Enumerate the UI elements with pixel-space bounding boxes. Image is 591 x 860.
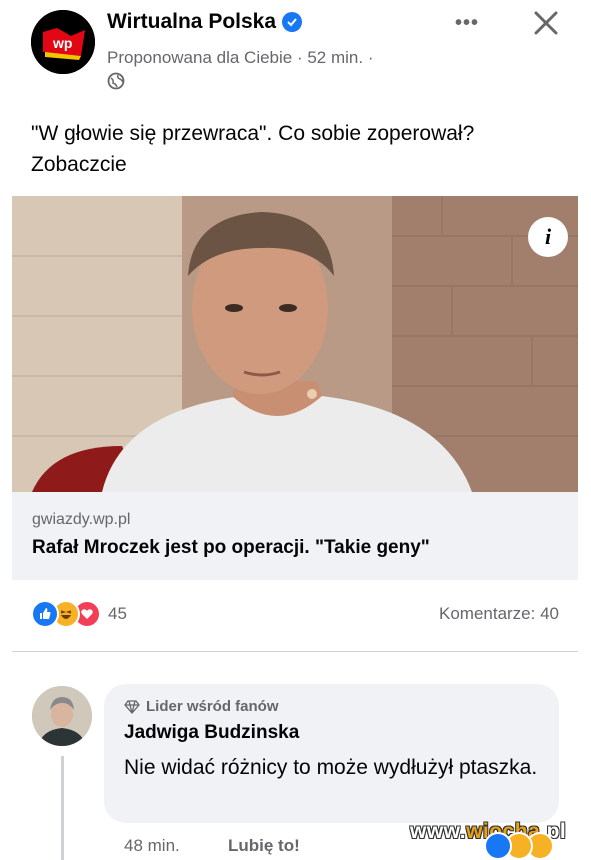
thread-line <box>61 756 64 860</box>
like-icon <box>31 600 59 628</box>
post-text: "W głowie się przewraca". Co sobie zoper… <box>31 122 475 176</box>
close-icon[interactable] <box>533 10 559 36</box>
comment-author[interactable]: Jadwiga Budzinska <box>124 722 299 744</box>
commenter-avatar[interactable] <box>32 686 92 746</box>
page-name-label[interactable]: Wirtualna Polska <box>107 10 276 34</box>
page-name[interactable]: Wirtualna Polska <box>107 10 303 34</box>
page-avatar[interactable]: wp <box>31 10 95 74</box>
wp-logo-icon: wp <box>31 10 95 74</box>
like-button[interactable]: Lubię to! <box>228 836 300 856</box>
comments-count[interactable]: Komentarze: 40 <box>439 604 559 624</box>
man-portrait-image <box>12 196 578 492</box>
comment-bubble: Lider wśród fanów Jadwiga Budzinska Nie … <box>104 684 559 823</box>
svg-text:wp: wp <box>52 35 72 51</box>
link-preview-card[interactable]: i gwiazdy.wp.pl Rafał Mroczek jest po op… <box>12 196 578 580</box>
post-meta: Proponowana dla Ciebie · 52 min. · <box>107 48 374 67</box>
diamond-icon <box>124 699 140 714</box>
divider <box>12 651 578 652</box>
link-preview-image[interactable]: i <box>12 196 578 492</box>
top-fan-label: Lider wśród fanów <box>146 698 279 715</box>
post-stats: 45 Komentarze: 40 <box>0 596 591 632</box>
comment: Lider wśród fanów Jadwiga Budzinska Nie … <box>0 680 591 860</box>
comment-time[interactable]: 48 min. <box>124 836 180 856</box>
link-domain: gwiazdy.wp.pl <box>32 511 131 528</box>
reactions-summary[interactable]: 45 <box>31 600 127 628</box>
top-fan-badge: Lider wśród fanów <box>124 698 279 715</box>
comment-text: Nie widać różnicy to może wydłużył ptasz… <box>124 756 538 779</box>
watermark-prefix: www. <box>410 820 467 843</box>
globe-icon <box>107 72 125 90</box>
reaction-count: 45 <box>108 604 127 623</box>
like-icon <box>484 832 512 860</box>
verified-badge-icon <box>282 12 303 32</box>
post-header: wp Wirtualna Polska Proponowana dla Cieb… <box>0 0 591 100</box>
info-icon[interactable]: i <box>528 217 568 257</box>
more-options-icon[interactable]: ••• <box>455 12 479 35</box>
comment-reactions[interactable] <box>484 832 554 860</box>
link-title[interactable]: Rafał Mroczek jest po operacji. "Takie g… <box>32 537 430 559</box>
woman-avatar-image <box>32 686 92 746</box>
